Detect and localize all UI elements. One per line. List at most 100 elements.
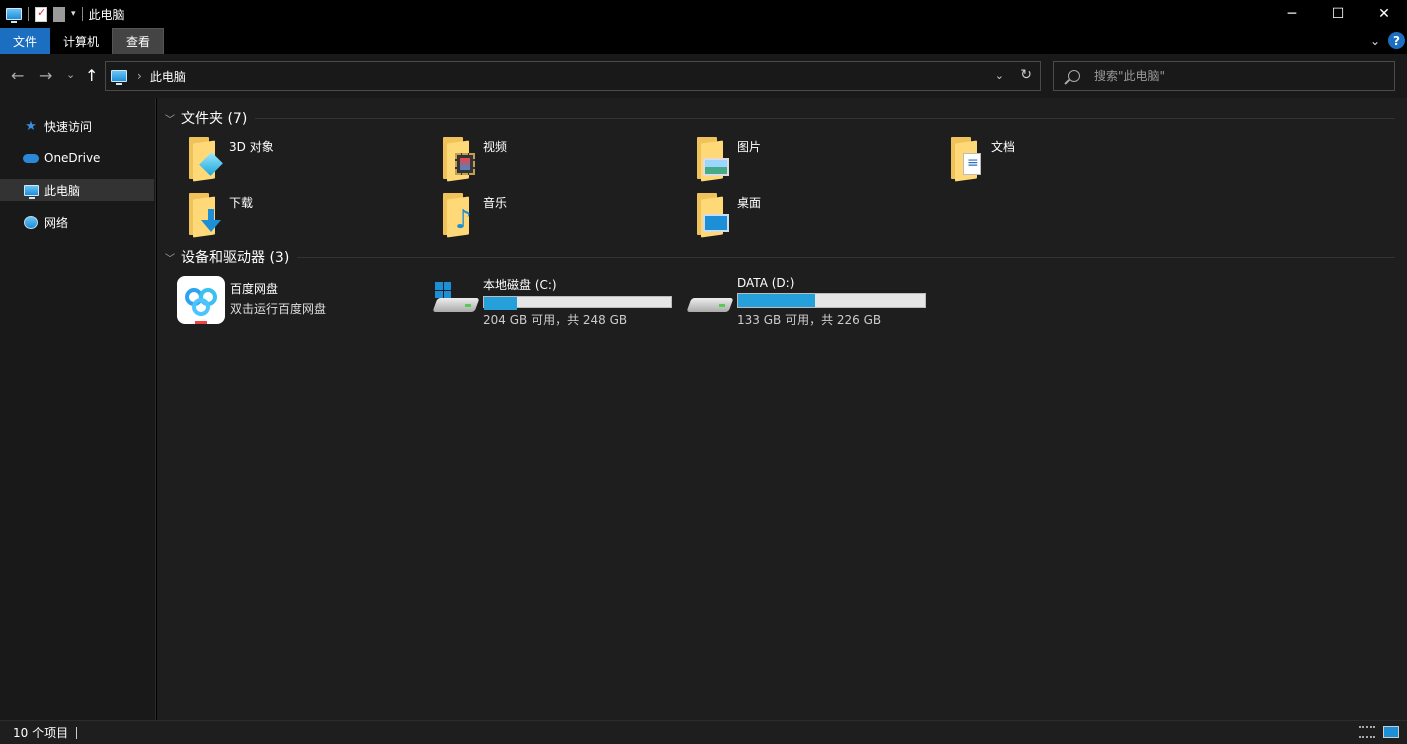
- folder-label: 视频: [483, 140, 508, 154]
- separator: [81, 7, 83, 21]
- maximize-button[interactable]: ☐: [1315, 0, 1361, 28]
- large-icons-view-icon[interactable]: [1383, 726, 1399, 738]
- folder-3d-objects[interactable]: 3D 对象: [181, 136, 435, 186]
- group-title: 设备和驱动器 (3): [181, 250, 290, 266]
- recent-locations-icon[interactable]: ⌄: [66, 68, 75, 81]
- ribbon-right-controls: ⌄ ?: [1370, 32, 1405, 49]
- drive-usage-bar: [483, 296, 672, 310]
- up-icon[interactable]: ↑: [85, 66, 98, 85]
- documents-folder-icon: [943, 136, 983, 182]
- drive-name: DATA (D:): [737, 276, 795, 290]
- hard-drive-icon: [686, 278, 734, 318]
- drive-usage-bar: [737, 293, 926, 308]
- new-folder-icon[interactable]: [53, 6, 65, 22]
- drive-usage-fill: [484, 297, 518, 310]
- view-switcher: [1359, 726, 1399, 738]
- chevron-down-icon[interactable]: ﹀: [165, 250, 175, 265]
- tab-view[interactable]: 查看: [112, 28, 165, 54]
- address-row: ← → ⌄ ↑ › 此电脑 ⌄ ↻: [0, 54, 1407, 98]
- refresh-icon[interactable]: ↻: [1020, 67, 1032, 83]
- desktop-folder-icon: [689, 192, 729, 238]
- baidu-netdisk-icon: [177, 276, 225, 324]
- tab-file[interactable]: 文件: [0, 28, 51, 54]
- computer-icon: [23, 184, 39, 199]
- back-icon[interactable]: ←: [11, 66, 24, 85]
- chevron-down-icon[interactable]: ﹀: [165, 111, 175, 126]
- folder-videos[interactable]: 视频: [435, 136, 689, 186]
- nav-item-network[interactable]: 网络: [0, 211, 154, 233]
- title-bar: ▾ 此电脑 ─ ☐ ✕: [0, 0, 1407, 28]
- drive-free-space: 204 GB 可用，共 248 GB: [483, 313, 628, 327]
- hard-drive-icon: [432, 278, 480, 318]
- content-area: ﹀ 文件夹 (7) 3D 对象 视频 图片 文档 下载 ♪ 音乐 桌面 ﹀ 设备…: [157, 98, 1407, 720]
- breadcrumb-chevron-icon[interactable]: ›: [137, 69, 142, 83]
- item-count: 10 个项目: [13, 726, 69, 740]
- folder-label: 桌面: [737, 196, 762, 210]
- folder-documents[interactable]: 文档: [943, 136, 1197, 186]
- nav-item-label: 快速访问: [44, 119, 93, 134]
- device-subtitle: 双击运行百度网盘: [230, 302, 327, 316]
- status-bar: 10 个项目: [0, 720, 1407, 744]
- cloud-icon: [23, 153, 39, 163]
- close-button[interactable]: ✕: [1361, 0, 1407, 28]
- nav-item-this-pc[interactable]: 此电脑: [0, 179, 154, 201]
- navigation-pane: ★ 快速访问 OneDrive 此电脑 网络: [0, 98, 156, 720]
- nav-item-quick-access[interactable]: ★ 快速访问: [0, 115, 154, 137]
- details-view-icon[interactable]: [1359, 726, 1375, 738]
- divider: [255, 117, 1395, 119]
- properties-icon[interactable]: [35, 6, 47, 22]
- window-controls: ─ ☐ ✕: [1269, 0, 1407, 28]
- customize-toolbar-icon[interactable]: ▾: [71, 9, 76, 19]
- computer-icon: [6, 8, 22, 23]
- windows-logo-icon: [435, 282, 451, 298]
- device-name: 百度网盘: [230, 282, 279, 296]
- drive-c[interactable]: 本地磁盘 (C:) 204 GB 可用，共 248 GB: [432, 278, 687, 328]
- forward-icon[interactable]: →: [39, 66, 52, 85]
- group-header-folders[interactable]: ﹀ 文件夹 (7): [165, 108, 1395, 128]
- computer-icon: [111, 70, 127, 85]
- 3d-objects-folder-icon: [181, 136, 223, 182]
- divider: [297, 256, 1395, 258]
- group-header-devices[interactable]: ﹀ 设备和驱动器 (3): [165, 247, 1395, 267]
- ribbon-tabs: 文件 计算机 查看 ⌄ ?: [0, 28, 1407, 54]
- quick-access-toolbar: ▾: [0, 0, 83, 28]
- nav-item-onedrive[interactable]: OneDrive: [0, 147, 154, 169]
- music-folder-icon: ♪: [435, 192, 475, 238]
- address-bar[interactable]: › 此电脑 ⌄ ↻: [105, 61, 1041, 91]
- search-box[interactable]: [1053, 61, 1395, 91]
- search-icon: [1068, 70, 1080, 82]
- videos-folder-icon: [435, 136, 475, 182]
- folder-label: 3D 对象: [229, 140, 274, 154]
- drive-usage-fill: [738, 294, 816, 307]
- breadcrumb[interactable]: 此电脑: [150, 68, 186, 85]
- help-icon[interactable]: ?: [1388, 32, 1405, 49]
- search-input[interactable]: [1094, 69, 1374, 83]
- pictures-folder-icon: [689, 136, 729, 182]
- window-title: 此电脑: [88, 7, 125, 22]
- minimize-button[interactable]: ─: [1269, 0, 1315, 28]
- separator: [76, 726, 78, 739]
- device-baidu-netdisk[interactable]: 百度网盘 双击运行百度网盘: [177, 276, 431, 326]
- separator: [28, 7, 29, 21]
- nav-item-label: 此电脑: [44, 183, 81, 198]
- drive-free-space: 133 GB 可用，共 226 GB: [737, 313, 882, 327]
- folder-music[interactable]: ♪ 音乐: [435, 192, 689, 242]
- folder-desktop[interactable]: 桌面: [689, 192, 943, 242]
- chevron-down-icon[interactable]: ⌄: [1370, 34, 1380, 48]
- address-dropdown-icon[interactable]: ⌄: [995, 69, 1004, 82]
- drive-d[interactable]: DATA (D:) 133 GB 可用，共 226 GB: [686, 276, 941, 328]
- folder-pictures[interactable]: 图片: [689, 136, 943, 186]
- folder-label: 文档: [991, 140, 1016, 154]
- nav-item-label: 网络: [44, 215, 69, 230]
- tab-computer[interactable]: 计算机: [50, 28, 112, 54]
- folder-label: 下载: [229, 196, 254, 210]
- folder-label: 图片: [737, 140, 762, 154]
- drive-name: 本地磁盘 (C:): [483, 278, 557, 292]
- folder-label: 音乐: [483, 196, 508, 210]
- group-title: 文件夹 (7): [181, 111, 248, 127]
- nav-item-label: OneDrive: [44, 151, 101, 165]
- downloads-folder-icon: [181, 192, 221, 238]
- star-icon: ★: [25, 118, 37, 134]
- network-icon: [24, 215, 38, 229]
- folder-downloads[interactable]: 下载: [181, 192, 435, 242]
